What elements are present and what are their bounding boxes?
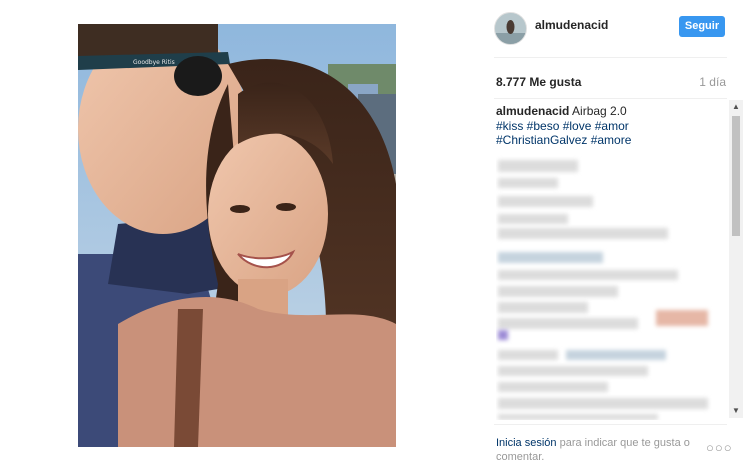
blurred-comment — [498, 286, 618, 297]
selfie-photo: Goodbye Ritis — [78, 24, 396, 447]
blurred-comment — [498, 318, 638, 329]
blurred-emoji — [498, 330, 508, 340]
blurred-emoji — [656, 310, 708, 326]
scroll-down-arrow-icon[interactable]: ▼ — [729, 404, 743, 418]
post-time[interactable]: 1 día — [699, 75, 726, 89]
login-prompt: Inicia sesión para indicar que te gusta … — [496, 436, 696, 464]
follow-button[interactable]: Seguir — [679, 16, 725, 37]
blurred-comment — [498, 302, 588, 313]
login-link[interactable]: Inicia sesión — [496, 437, 557, 449]
divider — [494, 424, 727, 425]
caption-username[interactable]: almudenacid — [496, 104, 569, 118]
username-link[interactable]: almudenacid — [535, 18, 608, 32]
comments-list[interactable]: almudenacid Airbag 2.0 #kiss #beso #love… — [496, 104, 726, 420]
caption: almudenacid Airbag 2.0 — [496, 104, 726, 119]
blurred-comment — [498, 228, 668, 239]
divider — [494, 57, 727, 58]
blurred-comment — [498, 382, 608, 392]
blurred-comment — [498, 252, 603, 263]
blurred-comment — [498, 366, 648, 376]
more-options-icon[interactable]: ○○○ — [706, 440, 733, 455]
avatar[interactable] — [494, 12, 527, 45]
blurred-comment — [498, 398, 708, 409]
blurred-comment — [498, 350, 558, 360]
divider — [494, 98, 727, 99]
blurred-comment — [498, 214, 568, 224]
blurred-comment — [498, 196, 593, 207]
comments-scrollbar[interactable]: ▲ ▼ — [729, 100, 743, 418]
blurred-comment — [498, 270, 678, 280]
post-photo[interactable]: Goodbye Ritis — [78, 24, 396, 447]
post-details-panel: almudenacid Seguir 8.777 Me gusta 1 día … — [484, 0, 745, 474]
hashtag-line[interactable]: #kiss #beso #love #amor — [496, 119, 726, 133]
blurred-comment — [498, 178, 558, 188]
blurred-comment — [498, 414, 658, 420]
scroll-up-arrow-icon[interactable]: ▲ — [729, 100, 743, 114]
likes-count[interactable]: 8.777 Me gusta — [496, 75, 581, 89]
caption-text: Airbag 2.0 — [572, 104, 627, 118]
blurred-comment — [498, 160, 578, 172]
glasses-text: Goodbye Ritis — [133, 59, 175, 66]
blurred-comment — [566, 350, 666, 360]
hashtag-line[interactable]: #ChristianGalvez #amore — [496, 133, 726, 147]
scroll-thumb[interactable] — [732, 116, 740, 236]
